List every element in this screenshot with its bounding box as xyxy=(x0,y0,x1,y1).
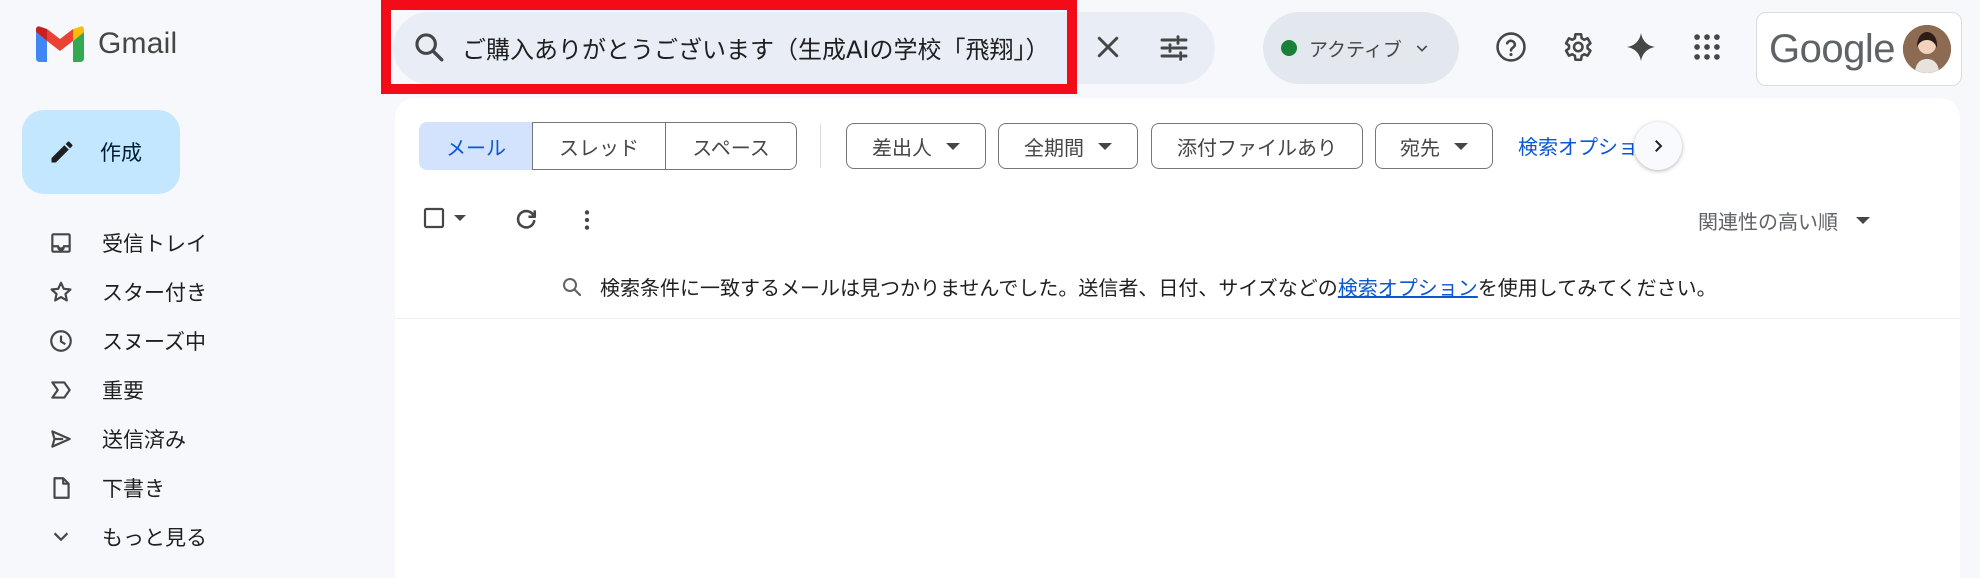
empty-results-message: 検索条件に一致するメールは見つかりませんでした。送信者、日付、サイズなどの検索オ… xyxy=(560,272,1717,301)
sidebar-item-label: 送信済み xyxy=(102,428,186,452)
sidebar-item-sent[interactable]: 送信済み xyxy=(0,415,380,463)
status-label: アクティブ xyxy=(1309,38,1402,61)
app-name: Gmail xyxy=(98,27,178,60)
refresh-icon[interactable] xyxy=(512,206,540,234)
sidebar-item-starred[interactable]: スター付き xyxy=(0,268,380,316)
filter-has-attachment[interactable]: 添付ファイルあり xyxy=(1151,123,1363,169)
filter-from[interactable]: 差出人 xyxy=(846,123,986,169)
sort-selector[interactable]: 関連性の高い順 xyxy=(1698,206,1870,235)
sidebar-item-snoozed[interactable]: スヌーズ中 xyxy=(0,317,380,365)
gmail-logo[interactable]: Gmail xyxy=(36,26,177,62)
avatar[interactable] xyxy=(1902,25,1951,73)
segment-threads[interactable]: スレッド xyxy=(532,122,666,170)
chevron-down-icon xyxy=(1414,40,1430,56)
select-all-control[interactable] xyxy=(422,206,466,230)
help-icon[interactable] xyxy=(1494,30,1528,64)
chip-label: 全期間 xyxy=(1024,135,1084,160)
gear-icon[interactable] xyxy=(1560,30,1594,64)
draft-icon xyxy=(46,475,76,501)
gemini-sparkle-icon[interactable] xyxy=(1624,30,1658,64)
sidebar-item-label: スター付き xyxy=(102,281,207,305)
empty-message-suffix: を使用してみてください。 xyxy=(1477,276,1717,300)
google-brand: Google xyxy=(1769,26,1895,71)
pencil-icon xyxy=(48,138,76,166)
chip-label: 宛先 xyxy=(1400,135,1440,160)
gmail-m-icon xyxy=(36,26,84,62)
filter-date[interactable]: 全期間 xyxy=(998,123,1138,169)
chip-label: 添付ファイルあり xyxy=(1177,135,1337,160)
search-icon xyxy=(560,275,584,299)
sidebar-item-more[interactable]: もっと見る xyxy=(0,513,380,561)
search-highlight-box xyxy=(381,0,1077,94)
chip-label: 差出人 xyxy=(872,135,932,160)
sidebar-item-important[interactable]: 重要 xyxy=(0,366,380,414)
account-switcher[interactable]: Google xyxy=(1756,12,1962,86)
sidebar-item-drafts[interactable]: 下書き xyxy=(0,464,380,512)
list-divider xyxy=(395,318,1960,319)
sidebar-item-label: 下書き xyxy=(102,477,165,501)
apps-grid-icon[interactable] xyxy=(1690,30,1724,64)
close-icon[interactable] xyxy=(1093,32,1123,62)
segment-mail[interactable]: メール xyxy=(419,122,533,170)
segment-label: スレッド xyxy=(559,135,639,160)
sidebar-item-label: 重要 xyxy=(102,379,144,403)
chevron-down-icon xyxy=(46,526,76,548)
advanced-search-link[interactable]: 検索オプション xyxy=(1518,131,1646,160)
send-icon xyxy=(46,426,76,452)
empty-message-text: 検索条件に一致するメールは見つかりませんでした。送信者、日付、サイズなどの xyxy=(600,276,1338,300)
main-panel xyxy=(395,98,1960,578)
caret-down-icon xyxy=(946,142,960,150)
inbox-icon xyxy=(46,230,76,256)
caret-down-icon[interactable] xyxy=(454,215,466,221)
clock-icon xyxy=(46,328,76,354)
compose-button[interactable]: 作成 xyxy=(22,110,180,194)
advanced-search-link-inline[interactable]: 検索オプション xyxy=(1338,276,1478,300)
sidebar-item-label: 受信トレイ xyxy=(102,232,207,256)
status-selector[interactable]: アクティブ xyxy=(1263,12,1459,84)
segment-spaces[interactable]: スペース xyxy=(665,122,797,170)
important-icon xyxy=(46,377,76,403)
segment-label: スペース xyxy=(692,135,770,160)
caret-down-icon xyxy=(1454,142,1468,150)
sidebar-item-label: もっと見る xyxy=(102,526,207,550)
sidebar-item-label: スヌーズ中 xyxy=(102,330,206,354)
more-vert-icon[interactable] xyxy=(574,206,600,234)
star-icon xyxy=(46,279,76,305)
scroll-filters-button[interactable] xyxy=(1634,122,1682,170)
sidebar-item-inbox[interactable]: 受信トレイ xyxy=(0,219,380,267)
filter-to[interactable]: 宛先 xyxy=(1375,123,1493,169)
search-options-icon[interactable] xyxy=(1158,32,1190,64)
segment-label: メール xyxy=(446,135,506,160)
chevron-right-icon xyxy=(1649,137,1667,155)
compose-label: 作成 xyxy=(100,141,142,165)
checkbox-icon[interactable] xyxy=(422,206,446,230)
sort-label: 関連性の高い順 xyxy=(1698,210,1838,234)
status-dot xyxy=(1281,40,1297,56)
caret-down-icon xyxy=(1856,217,1870,224)
caret-down-icon xyxy=(1098,142,1112,150)
filter-divider xyxy=(820,124,821,168)
